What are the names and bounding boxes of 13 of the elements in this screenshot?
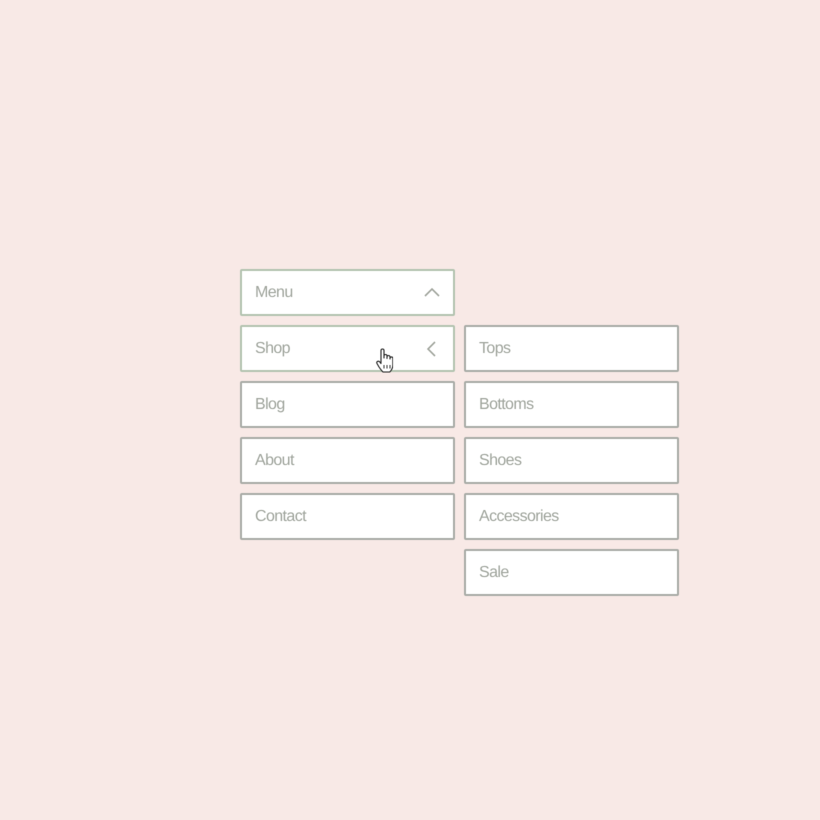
submenu-item[interactable]: Tops xyxy=(464,325,679,372)
hand-cursor-icon xyxy=(376,348,393,373)
menu-toggle-button[interactable]: Menu xyxy=(240,269,455,316)
submenu-item[interactable]: Bottoms xyxy=(464,381,679,428)
menu-item[interactable]: Contact xyxy=(240,493,455,540)
submenu-item[interactable]: Accessories xyxy=(464,493,679,540)
menu-item[interactable]: Blog xyxy=(240,381,455,428)
menu-item[interactable]: About xyxy=(240,437,455,484)
caret-up-icon xyxy=(424,288,440,297)
submenu-item[interactable]: Sale xyxy=(464,549,679,596)
chevron-left-icon xyxy=(427,340,436,356)
menu-item[interactable]: Shop xyxy=(240,325,455,372)
submenu-item[interactable]: Shoes xyxy=(464,437,679,484)
